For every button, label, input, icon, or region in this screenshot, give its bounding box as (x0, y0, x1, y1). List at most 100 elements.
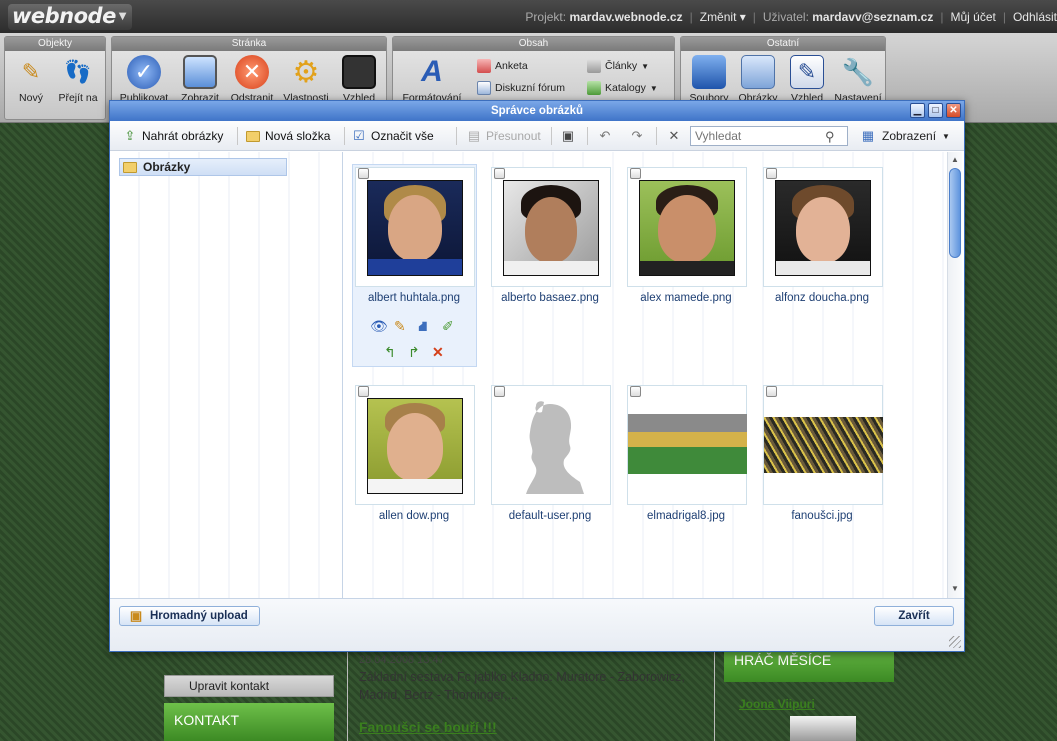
formatovani-button[interactable]: A Formátování (399, 55, 465, 104)
image-thumbnail (503, 180, 599, 276)
search-icon[interactable]: ⚲ (825, 129, 835, 145)
select-all-icon: ☑ (353, 128, 365, 143)
soubory-button[interactable]: Soubory (685, 55, 733, 104)
maximize-button[interactable]: □ (928, 103, 943, 118)
tile-checkbox[interactable] (358, 386, 369, 397)
image-filename[interactable]: albert huhtala.png (344, 292, 484, 304)
crop-button[interactable]: ▣ (560, 128, 576, 144)
tile-checkbox[interactable] (494, 386, 505, 397)
vzhled-ostatni-button[interactable]: ✎ Vzhled (783, 55, 831, 104)
scroll-down-icon[interactable]: ▼ (951, 584, 959, 593)
delete-icon: ✕ (668, 128, 680, 143)
image-thumbnail (775, 180, 871, 276)
vlastnosti-button[interactable]: ⚙ Vlastnosti (278, 55, 334, 105)
divider (347, 640, 348, 741)
diskuzni-forum-button[interactable]: Diskuzní fórum (477, 81, 565, 95)
novy-button[interactable]: ✎ Nový (11, 55, 51, 104)
scrollbar-thumb[interactable] (949, 168, 961, 258)
design-icon: ✎ (790, 55, 824, 89)
rotate-left-icon[interactable]: ↰ (384, 345, 396, 359)
image-tile-alfonz-doucha[interactable] (763, 167, 883, 287)
delete-icon[interactable]: ✕ (432, 345, 444, 359)
image-thumbnail (628, 414, 747, 474)
nastaveni-button[interactable]: 🔧 Nastavení (831, 55, 885, 105)
image-filename[interactable]: elmadrigal8.jpg (616, 510, 756, 522)
image-tile-fanousci[interactable] (763, 385, 883, 505)
chevron-down-icon: ▼ (942, 131, 950, 141)
tile-checkbox[interactable] (494, 168, 505, 179)
upravit-kontakt-label: Upravit kontakt (189, 679, 270, 693)
scroll-up-icon[interactable]: ▲ (951, 155, 959, 164)
clanky-button[interactable]: Články ▼ (587, 59, 649, 73)
pencil-icon: ✎ (21, 59, 41, 84)
image-tile-alberto-basaez[interactable] (491, 167, 611, 287)
separator: | (940, 9, 944, 24)
upravit-kontakt-button[interactable]: Upravit kontakt (164, 675, 334, 697)
webnode-logo[interactable]: webnode ▼ (8, 4, 132, 30)
resize-handle[interactable] (949, 636, 961, 648)
rename-icon[interactable]: ✐ (442, 319, 454, 333)
nova-slozka-label: Nová složka (265, 129, 331, 143)
odstranit-button[interactable]: ✕ Odstranit (226, 55, 278, 104)
delete-button[interactable]: ✕ (666, 128, 682, 144)
hierarchy-icon[interactable]: ⛘ (418, 319, 428, 333)
katalogy-label: Katalogy (605, 82, 646, 94)
nahrat-obrazky-button[interactable]: ⇪ Nahrát obrázky (122, 128, 224, 144)
katalogy-button[interactable]: Katalogy ▼ (587, 81, 658, 95)
image-tile-default-user[interactable] (491, 385, 611, 505)
hromadny-upload-button[interactable]: ▣ Hromadný upload (119, 606, 260, 626)
image-filename[interactable]: fanoušci.jpg (752, 510, 892, 522)
image-filename[interactable]: alex mamede.png (616, 292, 756, 304)
upload-icon: ⇪ (124, 128, 136, 143)
nova-slozka-button[interactable]: Nová složka (245, 128, 330, 144)
obrazky-button[interactable]: Obrázky (733, 55, 783, 104)
vertical-scrollbar[interactable]: ▲ ▼ (947, 152, 962, 598)
image-tile-alex-mamede[interactable] (627, 167, 747, 287)
rotate-right-button[interactable]: ↷ (629, 128, 645, 144)
tile-checkbox[interactable] (766, 386, 777, 397)
tile-checkbox[interactable] (630, 168, 641, 179)
tile-checkbox[interactable] (766, 168, 777, 179)
close-button[interactable]: ✕ (946, 103, 961, 118)
image-filename[interactable]: default-user.png (480, 510, 620, 522)
rotate-left-button[interactable]: ↶ (597, 128, 613, 144)
image-tile-elmadrigal8[interactable] (627, 385, 747, 505)
prejit-na-button[interactable]: 👣 Přejít na (53, 55, 103, 104)
publikovat-button[interactable]: ✓ Publikovat (116, 55, 172, 104)
gear-icon: ⚙ (292, 55, 320, 89)
zobrazeni-dropdown[interactable]: ▦ Zobrazení ▼ (860, 128, 950, 144)
zmenit-link[interactable]: Změnit ▾ (700, 10, 746, 24)
group-title: Objekty (5, 37, 105, 51)
player-link[interactable]: Joona Viipuri (739, 697, 815, 711)
preview-icon[interactable]: 👁 (370, 319, 388, 333)
tree-item-obrazky[interactable]: Obrázky (119, 158, 287, 176)
presunout-button[interactable]: ▤ Přesunout (466, 128, 541, 144)
image-tile-albert-huhtala[interactable] (355, 167, 475, 287)
vzhled-button[interactable]: Vzhled (334, 55, 384, 104)
tile-checkbox[interactable] (358, 168, 369, 179)
image-tile-allen-dow[interactable] (355, 385, 475, 505)
rotate-right-icon: ↷ (631, 128, 643, 143)
article-link[interactable]: Fanoušci se bouří !!! (359, 719, 497, 735)
image-grid: albert huhtala.png 👁 ✎ ⛘ ✐ ↰ ↱ ✕ alberto… (344, 152, 948, 598)
minimize-button[interactable]: ▁ (910, 103, 925, 118)
odhlasit-link[interactable]: Odhlásit (1013, 10, 1057, 24)
logo-text: webnode (12, 4, 116, 28)
image-filename[interactable]: alberto basaez.png (480, 292, 620, 304)
image-filename[interactable]: alfonz doucha.png (752, 292, 892, 304)
top-bar: webnode ▼ Projekt: mardav.webnode.cz | Zm… (0, 0, 1057, 33)
rotate-right-icon[interactable]: ↱ (408, 345, 420, 359)
anketa-button[interactable]: Anketa (477, 59, 528, 73)
tile-checkbox[interactable] (630, 386, 641, 397)
nahrat-label: Nahrát obrázky (142, 129, 224, 143)
dialog-footer: ▣ Hromadný upload Zavřít (110, 598, 964, 651)
group-title: Ostatní (681, 37, 885, 51)
dialog-title-bar[interactable]: Správce obrázků (110, 101, 964, 121)
oznacit-vse-button[interactable]: ☑ Označit vše (351, 128, 434, 144)
zavrit-button[interactable]: Zavřít (874, 606, 954, 626)
wrench-icon: 🔧 (841, 56, 875, 87)
edit-icon[interactable]: ✎ (394, 319, 406, 333)
image-filename[interactable]: allen dow.png (344, 510, 484, 522)
zobrazit-button[interactable]: Zobrazit (174, 55, 226, 104)
muj-ucet-link[interactable]: Můj účet (950, 10, 995, 24)
